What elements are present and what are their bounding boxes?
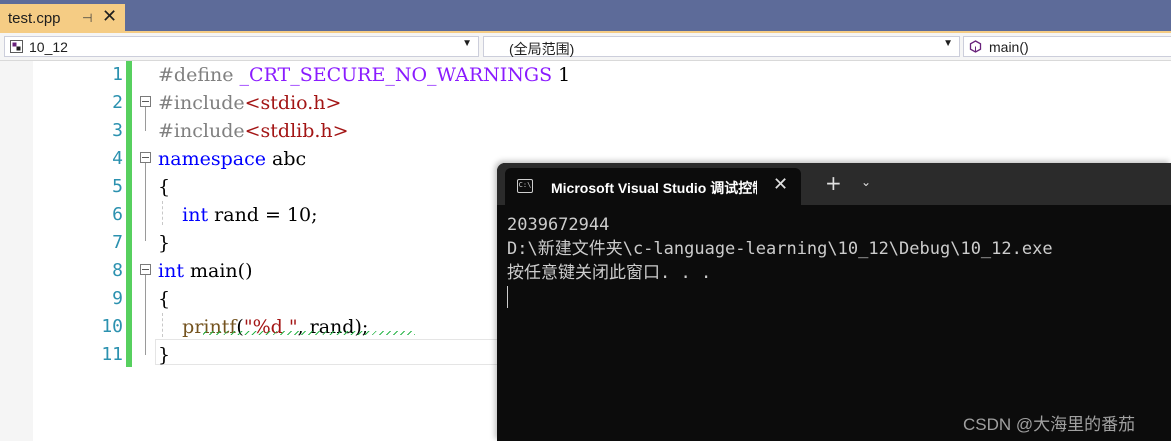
code-token: } bbox=[158, 232, 171, 254]
output-line: 2039672944 bbox=[507, 215, 610, 235]
text-cursor bbox=[507, 286, 508, 308]
code-token: #include bbox=[158, 92, 245, 114]
debug-console-window[interactable]: C:\ Microsoft Visual Studio 调试控制台 ✕ + ⌄ … bbox=[497, 163, 1171, 441]
code-line[interactable]: { bbox=[158, 173, 170, 201]
outline-line bbox=[145, 275, 146, 355]
project-dropdown[interactable]: 10_12 ▼ bbox=[4, 36, 479, 57]
code-line[interactable]: namespace abc bbox=[158, 145, 306, 173]
code-line[interactable]: } bbox=[158, 229, 170, 257]
line-number: 11 bbox=[101, 344, 123, 365]
code-token: main() bbox=[183, 260, 253, 282]
line-number: 4 bbox=[112, 148, 123, 169]
tab-title: test.cpp bbox=[8, 10, 61, 27]
code-token: <stdlib.h> bbox=[244, 120, 349, 142]
code-line[interactable]: printf("%d ", rand); bbox=[158, 313, 368, 341]
selection-margin bbox=[0, 61, 33, 441]
scope-label: (全局范围) bbox=[509, 41, 575, 57]
code-token: { bbox=[158, 176, 171, 198]
line-number: 7 bbox=[112, 232, 123, 253]
code-line[interactable]: #define _CRT_SECURE_NO_WARNINGS 1 bbox=[158, 61, 570, 89]
document-tab-strip: test.cpp ⊣ ✕ bbox=[0, 0, 1171, 35]
scope-dropdown[interactable]: (全局范围) ▼ bbox=[483, 36, 960, 57]
terminal-titlebar: C:\ Microsoft Visual Studio 调试控制台 ✕ + ⌄ bbox=[497, 163, 1171, 205]
outline-line bbox=[145, 163, 146, 241]
current-line-highlight bbox=[155, 339, 555, 365]
close-tab-button[interactable]: ✕ bbox=[102, 6, 117, 27]
member-dropdown[interactable]: main() bbox=[963, 36, 1171, 57]
line-number: 5 bbox=[112, 176, 123, 197]
navigation-bar: 10_12 ▼ (全局范围) ▼ main() bbox=[0, 33, 1171, 61]
line-number: 10 bbox=[101, 316, 123, 337]
collapse-include-block-toggle[interactable] bbox=[140, 96, 151, 107]
line-number: 1 bbox=[112, 64, 123, 85]
code-token: } bbox=[158, 344, 171, 366]
code-token: abc bbox=[265, 148, 307, 170]
chevron-down-icon: ▼ bbox=[943, 38, 953, 49]
line-number: 6 bbox=[112, 204, 123, 225]
code-line[interactable]: int rand = 10; bbox=[158, 201, 318, 229]
code-token: { bbox=[158, 288, 171, 310]
method-icon bbox=[969, 40, 982, 53]
collapse-main-toggle[interactable] bbox=[140, 264, 151, 275]
code-token: #include bbox=[158, 120, 245, 142]
project-label: 10_12 bbox=[29, 39, 68, 55]
outline-line bbox=[145, 107, 146, 131]
terminal-tab[interactable]: C:\ Microsoft Visual Studio 调试控制台 ✕ bbox=[505, 168, 801, 205]
code-line[interactable]: int main() bbox=[158, 257, 252, 285]
code-token: _CRT_SECURE_NO_WARNINGS bbox=[239, 64, 553, 86]
code-line[interactable]: } bbox=[158, 341, 170, 369]
code-line[interactable]: { bbox=[158, 285, 170, 313]
code-token: namespace bbox=[158, 148, 266, 170]
code-line[interactable]: #include<stdio.h> bbox=[158, 89, 341, 117]
watermark: CSDN @大海里的番茄 bbox=[963, 415, 1136, 434]
output-line: D:\新建文件夹\c-language-learning\10_12\Debug… bbox=[507, 239, 1053, 259]
line-number: 8 bbox=[112, 260, 123, 281]
terminal-output[interactable]: 2039672944 D:\新建文件夹\c-language-learning\… bbox=[507, 213, 1053, 308]
warning-squiggle bbox=[203, 331, 415, 335]
line-number: 3 bbox=[112, 120, 123, 141]
code-token: int bbox=[158, 260, 184, 282]
output-line: 按任意键关闭此窗口. . . bbox=[507, 263, 712, 283]
code-token: 1 bbox=[552, 64, 571, 86]
member-label: main() bbox=[989, 39, 1029, 55]
terminal-tab-title: Microsoft Visual Studio 调试控制台 bbox=[551, 180, 757, 196]
code-token: <stdio.h> bbox=[244, 92, 342, 114]
change-tracking-bar bbox=[126, 61, 132, 367]
code-line[interactable]: #include<stdlib.h> bbox=[158, 117, 349, 145]
console-icon: C:\ bbox=[517, 179, 533, 193]
close-terminal-tab-button[interactable]: ✕ bbox=[773, 174, 788, 195]
project-icon bbox=[10, 40, 23, 53]
pin-icon[interactable]: ⊣ bbox=[82, 11, 92, 25]
code-token: int bbox=[182, 204, 209, 226]
new-tab-button[interactable]: + bbox=[825, 171, 842, 195]
chevron-down-icon[interactable]: ⌄ bbox=[861, 175, 871, 189]
line-number: 9 bbox=[112, 288, 123, 309]
code-token: #define bbox=[158, 64, 240, 86]
collapse-namespace-toggle[interactable] bbox=[140, 152, 151, 163]
line-number-gutter: 1 2 3 4 5 6 7 8 9 10 11 bbox=[33, 61, 123, 441]
line-number: 2 bbox=[112, 92, 123, 113]
code-token: rand = 10; bbox=[208, 204, 318, 226]
chevron-down-icon: ▼ bbox=[462, 38, 472, 49]
